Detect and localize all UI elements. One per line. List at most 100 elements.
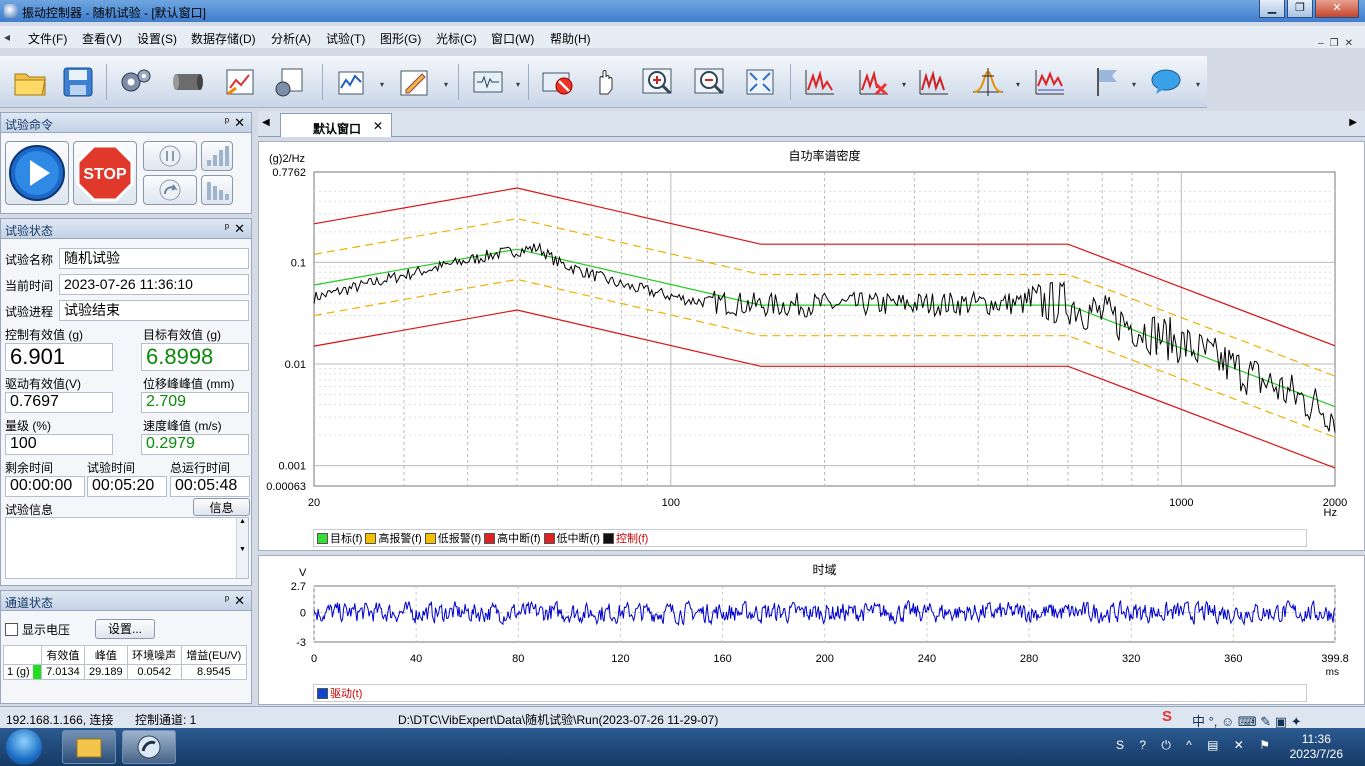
legend-control: 控制(f) (615, 533, 649, 545)
channel-table: 有效值 峰值 环境噪声 增益(EU/V) 1 (g) 7.0134 29.189… (3, 645, 248, 680)
legend-checkbox-high-abort[interactable] (484, 532, 496, 544)
pause-button[interactable] (143, 141, 197, 171)
report-icon[interactable] (220, 62, 260, 102)
tab-scroll-left-icon[interactable]: ◀ (262, 117, 270, 128)
peak-cursor-icon[interactable] (968, 62, 1008, 102)
spectrum-multi-icon[interactable] (914, 62, 954, 102)
vibration-app-taskbar-icon[interactable] (122, 730, 176, 764)
table-cell: 0.0542 (126, 664, 182, 680)
x-tick-label: 100 (662, 497, 680, 509)
control-rms-label: 控制有效值 (g) (5, 328, 84, 342)
zoom-in-icon[interactable] (638, 62, 678, 102)
info-button[interactable]: 信息 (193, 498, 250, 516)
menu-file[interactable]: 文件(F) (28, 30, 67, 47)
psd-chart-pane: 自功率谱密度 (g)2/Hz Hz 0.7762 0.1 0.01 0.001 0.00063… (258, 141, 1365, 551)
app-menu-icon[interactable]: ◂ (4, 30, 10, 44)
spectrum-red-icon[interactable] (800, 62, 840, 102)
legend-low-abort: 低中断(f) (556, 533, 600, 545)
chat-bubble-icon[interactable] (1146, 62, 1186, 102)
panel-close-icon[interactable]: ✕ (234, 115, 245, 131)
pin-icon[interactable]: ᵖ (225, 222, 229, 234)
x-tick-label: 2000 (1323, 497, 1347, 509)
start-button[interactable] (5, 141, 69, 205)
tab-strip: ◀ 默认窗口 ✕ ▶ (258, 111, 1365, 137)
continue-button[interactable] (143, 175, 197, 205)
legend-checkbox-drive[interactable] (317, 687, 328, 699)
export-gears-icon[interactable] (270, 62, 310, 102)
level-up-button[interactable] (201, 141, 233, 171)
legend-checkbox-high-alarm[interactable] (365, 532, 377, 544)
psd-chart[interactable]: 自功率谱密度(g)2/HzHz0.77620.10.010.0010.00063… (259, 142, 1364, 550)
ime-logo-icon[interactable]: S (1162, 708, 1172, 725)
close-button[interactable]: ✕ (1315, 0, 1359, 18)
panel-close-icon[interactable]: ✕ (234, 221, 245, 237)
test-status-panel: 试验状态 ᵖ ✕ 试验名称 随机试验 当前时间 2023-07-26 11:36:1… (0, 218, 252, 586)
chart-title: 时域 (812, 563, 836, 577)
x-tick-label: 20 (308, 497, 320, 509)
explorer-taskbar-icon[interactable] (62, 730, 116, 764)
status-bar: 192.168.1.166, 连接 控制通道: 1 D:\DTC\VibExpe… (0, 706, 1365, 729)
legend-checkbox-low-alarm[interactable] (424, 532, 436, 544)
tray-icons[interactable]: S ? ⏻ ^ ▤ ✕ ⚑ (1116, 738, 1276, 753)
fit-all-icon[interactable] (740, 62, 780, 102)
menu-help[interactable]: 帮助(H) (550, 30, 591, 47)
legend-checkbox-control[interactable] (602, 532, 614, 544)
tab-label: 默认窗口 (313, 122, 362, 136)
y-tick-label: -3 (296, 637, 306, 649)
menu-analysis[interactable]: 分析(A) (271, 30, 311, 47)
clock[interactable]: 11:36 2023/7/26 (1290, 732, 1343, 762)
menu-window[interactable]: 窗口(W) (491, 30, 534, 47)
pause-icon (159, 145, 181, 167)
show-voltage-checkbox[interactable]: 显示电压 (5, 621, 70, 638)
test-command-panel: 试验命令 ᵖ ✕ STOP (0, 112, 252, 214)
zoom-out-icon[interactable] (690, 62, 730, 102)
channel-settings-button[interactable]: 设置... (95, 619, 155, 639)
current-time-label: 当前时间 (5, 279, 54, 293)
table-row[interactable]: 1 (g) 7.0134 29.189 0.0542 8.9545 (3, 664, 248, 680)
pin-icon[interactable]: ᵖ (225, 116, 229, 128)
stop-record-icon[interactable] (538, 62, 578, 102)
menu-test[interactable]: 试验(T) (326, 30, 365, 47)
test-info-textarea[interactable]: ▲ ▼ (5, 517, 249, 579)
open-folder-icon[interactable] (10, 62, 50, 102)
tab-default-window[interactable]: 默认窗口 ✕ (280, 113, 392, 137)
channel-status-indicator (33, 665, 41, 679)
flag-icon[interactable] (1086, 62, 1126, 102)
legend-checkbox-low-abort[interactable] (543, 532, 555, 544)
spectrum-delete-icon[interactable] (854, 62, 894, 102)
panel-close-icon[interactable]: ✕ (234, 593, 245, 609)
tab-close-icon[interactable]: ✕ (373, 119, 383, 133)
monitor-signal-icon[interactable] (468, 62, 508, 102)
chart-edit-icon[interactable] (332, 62, 372, 102)
gears-icon[interactable] (116, 62, 156, 102)
pin-icon[interactable]: ᵖ (225, 594, 229, 606)
menu-view[interactable]: 查看(V) (82, 30, 122, 47)
spectrum-purple-icon[interactable] (1030, 62, 1070, 102)
menu-bar: ◂ 文件(F) 查看(V) 设置(S) 数据存储(D) 分析(A) 试验(T) … (0, 26, 1365, 49)
pencil-icon[interactable] (394, 62, 434, 102)
displacement-label: 位移峰峰值 (mm) (143, 377, 235, 391)
stop-button[interactable]: STOP (73, 141, 137, 205)
menu-settings[interactable]: 设置(S) (137, 30, 177, 47)
psd-legend: 目标(f) 高报警(f) 低报警(f) 高中断(f) 低中断(f) 控制(f) (313, 529, 1307, 547)
start-button-icon[interactable] (6, 729, 42, 765)
checkbox-box[interactable] (5, 623, 18, 636)
menu-graph[interactable]: 图形(G) (380, 30, 421, 47)
tab-scroll-right-icon[interactable]: ▶ (1349, 117, 1357, 128)
menu-cursor[interactable]: 光标(C) (436, 30, 477, 47)
total-time-label: 总运行时间 (170, 461, 231, 475)
scrollbar[interactable]: ▲ ▼ (236, 518, 248, 578)
save-icon[interactable] (58, 62, 98, 102)
mdi-window-buttons[interactable]: –❐✕ (1318, 38, 1359, 49)
document-area: ◀ 默认窗口 ✕ ▶ 自功率谱密度 (g)2/Hz Hz 0.7762 0.1 0.01 0.… (258, 111, 1365, 705)
bars-descending-icon (207, 182, 229, 200)
menu-data-storage[interactable]: 数据存储(D) (191, 30, 256, 47)
time-domain-chart[interactable]: 时域 V 2.7 0 -3 0 40 80 120 160 200 240 280 320 360 399.8… (259, 556, 1364, 704)
level-down-button[interactable] (201, 175, 233, 205)
progress-label: 试验进程 (5, 305, 54, 319)
hand-pan-icon[interactable] (588, 62, 628, 102)
legend-checkbox-target[interactable] (317, 532, 328, 544)
maximize-button[interactable]: ❐ (1287, 0, 1313, 18)
cylinder-icon[interactable] (168, 62, 208, 102)
minimize-button[interactable]: ▁ (1259, 0, 1285, 18)
